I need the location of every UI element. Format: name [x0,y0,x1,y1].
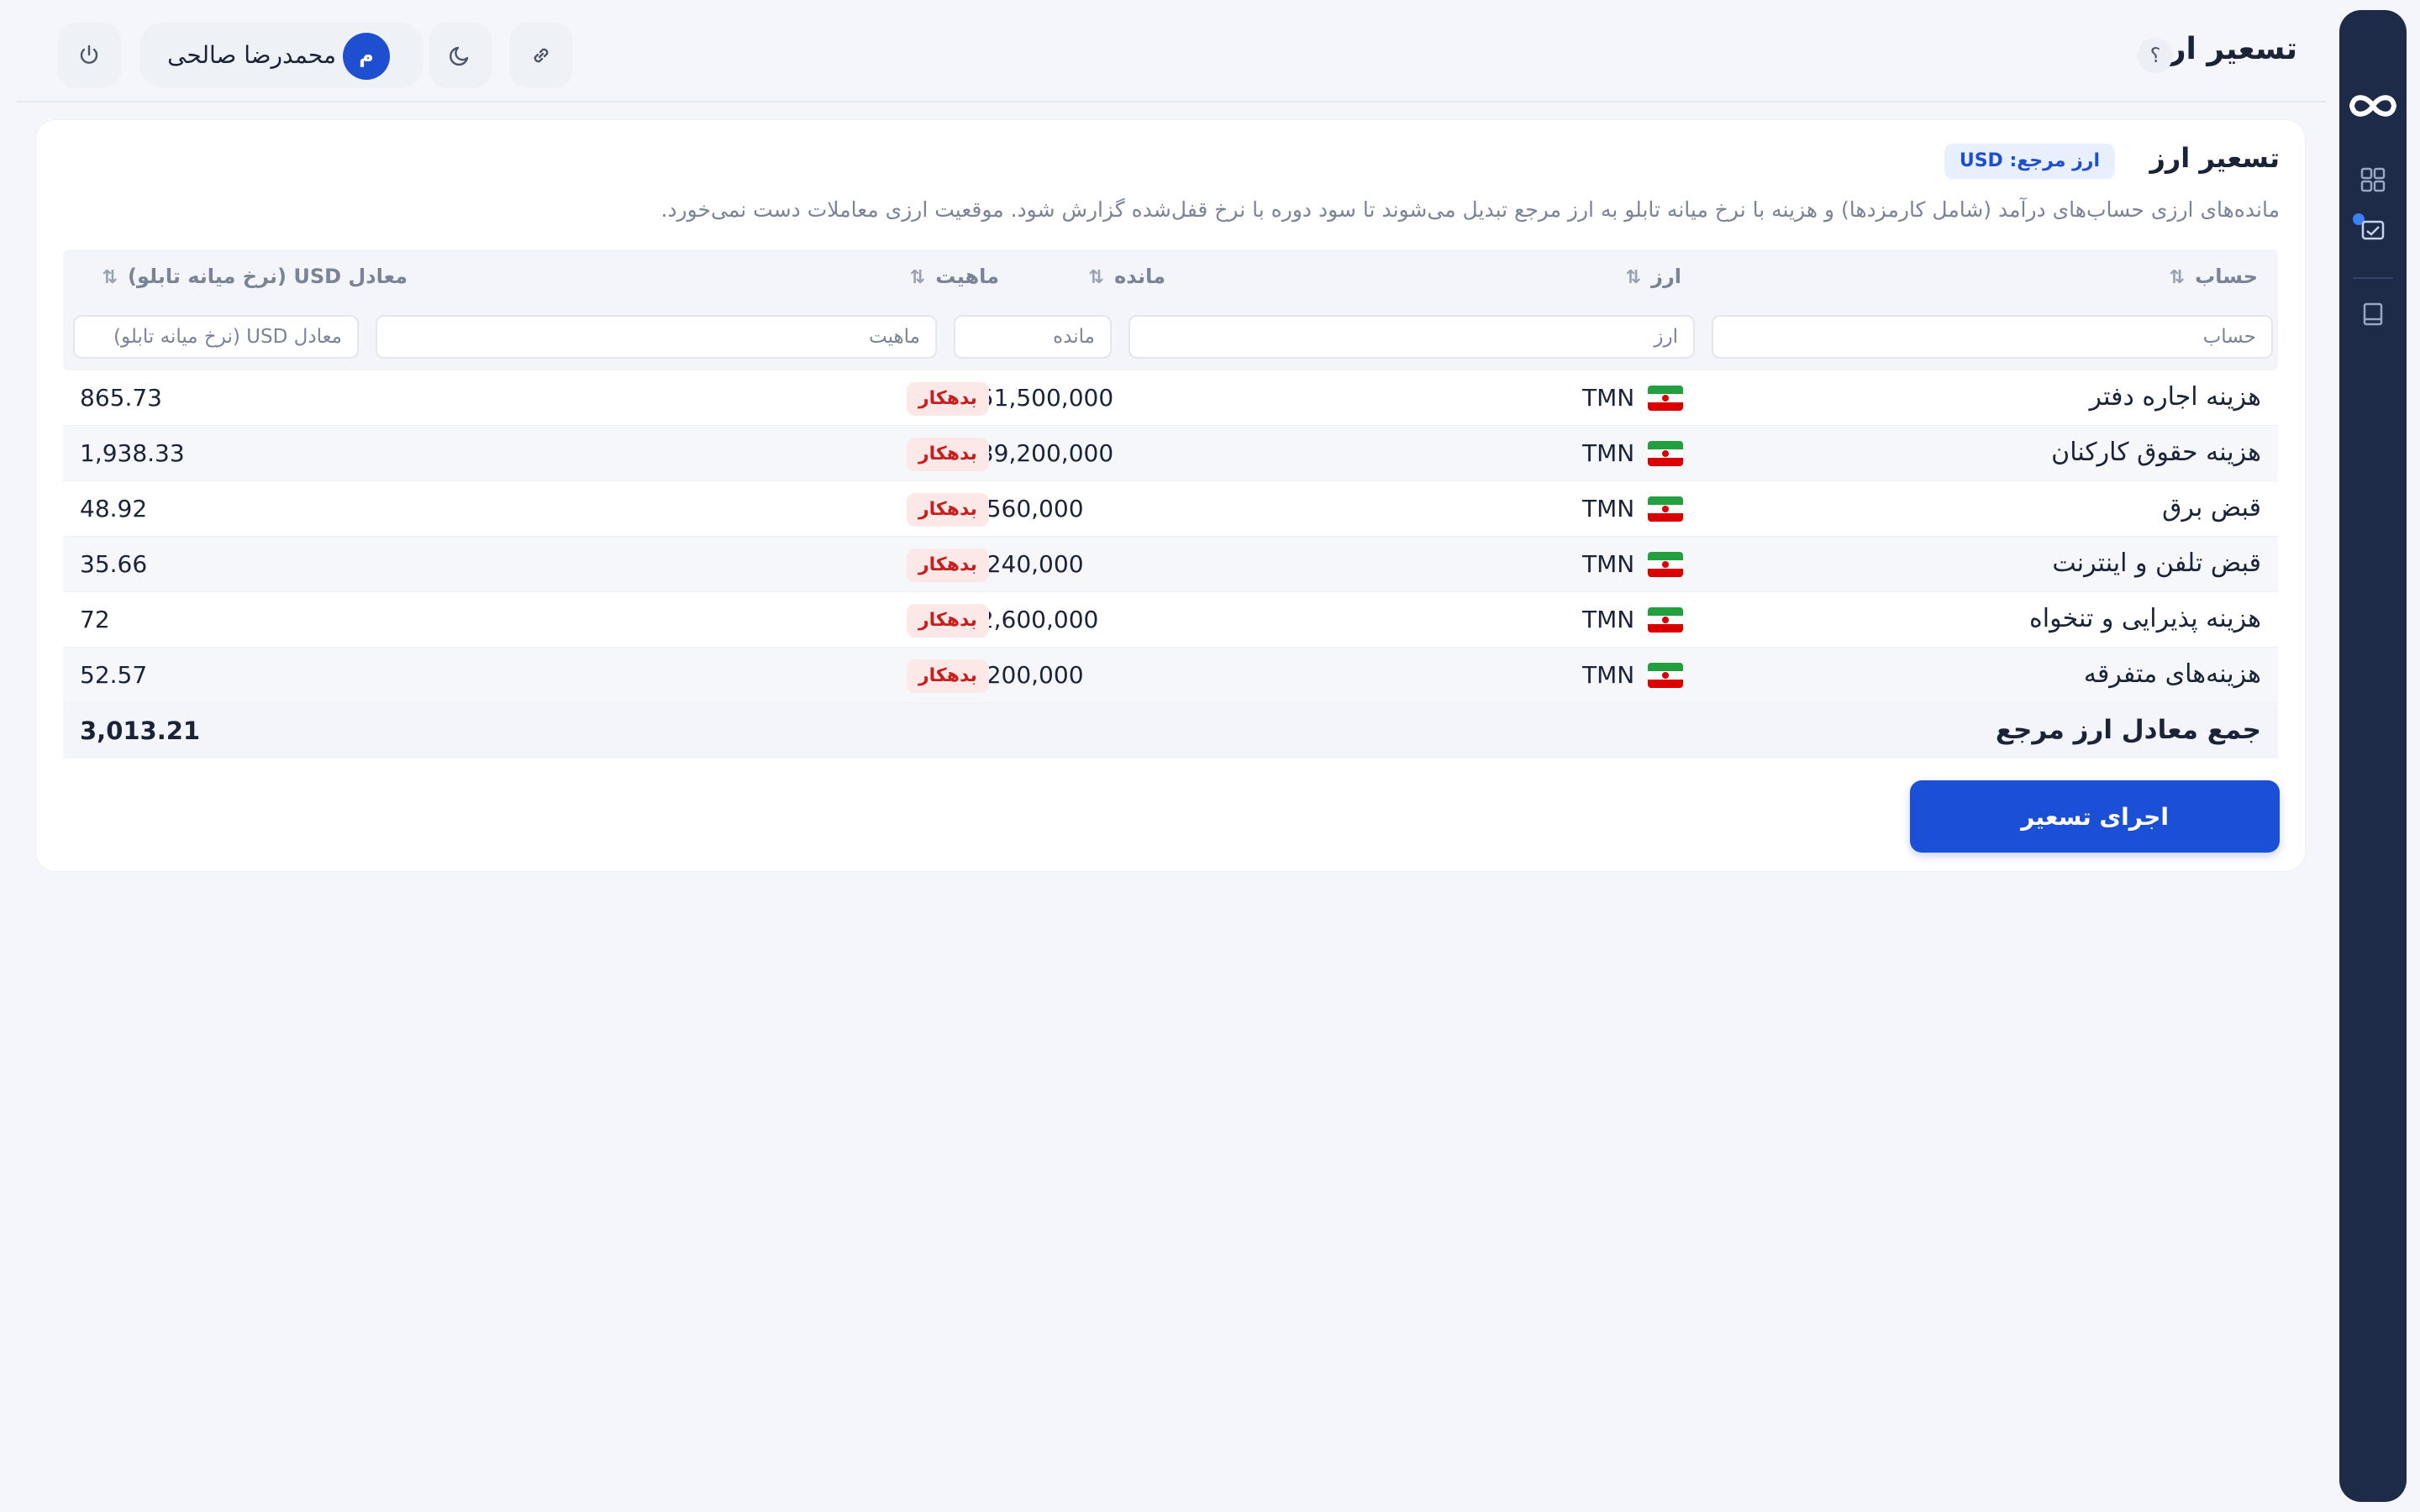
moon-icon [450,46,469,66]
account-name: هزینه اجاره دفتر [2089,382,2261,412]
reference-currency-badge: ارز مرجع: USD [1944,144,2115,179]
currency-code: TMN [1582,550,1635,578]
infinity-logo-icon[interactable] [2345,89,2401,126]
nature-badge: بدهکار [907,604,989,638]
account-name: هزینه پذیرایی و تنخواه [2029,604,2261,633]
nature-badge: بدهکار [907,659,989,693]
currency-code: TMN [1582,606,1635,633]
avatar: م [343,33,390,80]
currency-filter-input[interactable] [1128,315,1695,359]
account-name: قبض برق [2162,493,2261,522]
table-row[interactable]: هزینه حقوق کارکنان TMN 339,200,000 بدهکار 1,… [63,426,2278,481]
link-icon [534,48,549,63]
power-icon [80,45,98,64]
account-name: قبض تلفن و اینترنت [2052,549,2261,578]
nature-badge: بدهکار [907,493,989,527]
column-header-balance[interactable]: مانده ⇅ [1088,265,1165,288]
currency-code: TMN [1582,439,1635,467]
book-icon[interactable] [2360,301,2386,328]
usd-equivalent-value: 72 [80,606,110,633]
usd-equivalent-value: 1,938.33 [80,439,185,467]
column-header-currency[interactable]: ارز ⇅ [1625,265,1681,288]
balance-filter-input[interactable] [954,315,1112,359]
dashboard-grid-icon[interactable] [2360,166,2386,193]
iran-flag-icon [1648,607,1683,633]
currency-code: TMN [1582,661,1635,689]
total-value: 3,013.21 [80,717,201,745]
column-header-usd-equivalent[interactable]: معادل USD (نرخ میانه تابلو) ⇅ [102,265,408,288]
link-button[interactable] [509,23,573,88]
card-description: مانده‌های ارزی حساب‌های درآمد (شامل کارم… [660,197,2280,222]
table-row[interactable]: قبض تلفن و اینترنت TMN 6,240,000 بدهکار 35.6… [63,537,2278,592]
column-header-nature[interactable]: ماهیت ⇅ [909,265,999,288]
nature-badge: بدهکار [907,382,989,416]
table-row[interactable]: هزینه اجاره دفتر TMN 151,500,000 بدهکار 865.… [63,370,2278,426]
logout-button[interactable] [57,23,121,88]
help-icon[interactable]: ؟ [2138,38,2173,73]
nature-badge: بدهکار [907,438,989,471]
iran-flag-icon [1648,441,1683,466]
account-name: هزینه حقوق کارکنان [2051,438,2261,467]
total-label: جمع معادل ارز مرجع [1995,715,2261,745]
sort-icon: ⇅ [1088,267,1104,288]
currency-code: TMN [1582,384,1635,412]
column-header-account[interactable]: حساب ⇅ [2169,265,2258,288]
sort-icon: ⇅ [909,267,925,288]
usd-equivalent-value: 35.66 [80,550,148,578]
iran-flag-icon [1648,496,1683,522]
sort-icon: ⇅ [2169,267,2185,288]
exchange-icon[interactable] [2360,217,2386,244]
table-row[interactable]: هزینه پذیرایی و تنخواه TMN 12,600,000 بدهکا… [63,592,2278,648]
sort-icon: ⇅ [1625,267,1641,288]
currency-code: TMN [1582,495,1635,522]
table-row[interactable]: هزینه‌های متفرقه TMN 9,200,000 بدهکار 52.57 [63,648,2278,703]
top-bar: تسعیر ارز ؟ م محمدرضا صالحی [17,0,2326,102]
iran-flag-icon [1648,552,1683,577]
usd-filter-input[interactable] [73,315,359,359]
usd-equivalent-value: 52.57 [80,661,148,689]
table-header: حساب ⇅ ارز ⇅ مانده ⇅ ماهیت ⇅ معادل USD (… [63,249,2278,370]
account-name: هزینه‌های متفرقه [2083,659,2261,689]
usd-equivalent-value: 48.92 [80,495,148,522]
usd-equivalent-value: 865.73 [80,384,162,412]
theme-toggle-button[interactable] [429,23,492,88]
nature-badge: بدهکار [907,549,989,582]
total-row: جمع معادل ارز مرجع 3,013.21 [63,703,2278,759]
run-revaluation-button[interactable]: اجرای تسعیر [1910,780,2280,853]
table-row[interactable]: قبض برق TMN 8,560,000 بدهکار 48.92 [63,481,2278,537]
currency-revaluation-card: تسعیر ارز ارز مرجع: USD مانده‌های ارزی ح… [35,119,2306,872]
iran-flag-icon [1648,386,1683,411]
user-name: محمدرضا صالحی [167,41,336,69]
page-title: تسعیر ارز [2151,32,2297,66]
card-title: تسعیر ارز [2149,142,2280,174]
side-rail [2339,10,2407,1502]
rail-divider [2353,277,2393,279]
user-menu[interactable]: م محمدرضا صالحی [139,23,424,88]
iran-flag-icon [1648,663,1683,688]
nature-filter-input[interactable] [376,315,937,359]
account-filter-input[interactable] [1712,315,2273,359]
sort-icon: ⇅ [102,267,118,288]
